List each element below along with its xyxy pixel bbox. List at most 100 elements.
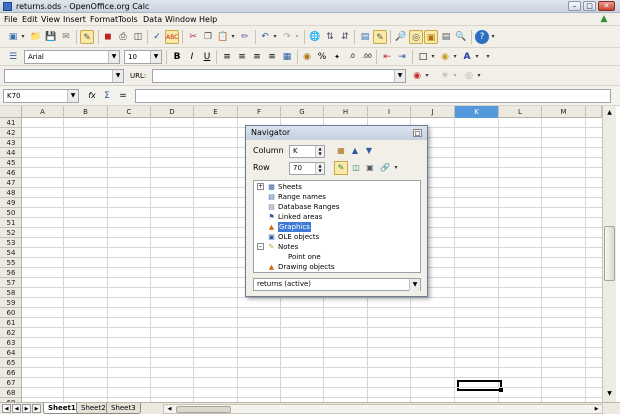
align-center-icon[interactable]: ≡ xyxy=(235,50,249,64)
menu-view[interactable]: View xyxy=(39,13,62,26)
link-text-field[interactable]: ▼ xyxy=(4,69,124,83)
chevron-down-icon[interactable]: ▼ xyxy=(67,90,78,102)
hyperlink-options-icon[interactable]: ▾ xyxy=(476,69,482,83)
spin-arrows-icon[interactable]: ▲ ▼ xyxy=(315,146,324,157)
scroll-up-icon[interactable]: ▲ xyxy=(604,108,615,118)
sheet-tab[interactable]: Sheet3 xyxy=(106,403,141,414)
target-dropdown-icon[interactable]: ▾ xyxy=(424,69,430,83)
decrease-indent-icon[interactable]: ⇤ xyxy=(380,50,394,64)
toggle-icon[interactable]: ◫ xyxy=(350,162,362,174)
row-header[interactable]: 48 xyxy=(0,188,21,198)
spin-arrows-icon[interactable]: ▲ ▼ xyxy=(315,163,324,174)
maximize-button[interactable]: □ xyxy=(583,1,596,11)
sort-ascending-icon[interactable]: ⇅ xyxy=(323,30,337,44)
paste-dropdown-icon[interactable]: ▾ xyxy=(230,30,236,44)
merge-cells-icon[interactable]: ▦ xyxy=(280,50,294,64)
row-header[interactable]: 53 xyxy=(0,238,21,248)
chevron-down-icon[interactable]: ▼ xyxy=(409,279,420,291)
update-tray-icon[interactable]: ▲ xyxy=(598,14,610,25)
gallery-icon[interactable]: ▣ xyxy=(424,30,438,44)
save-icon[interactable]: 💾 xyxy=(44,30,58,44)
row-header[interactable]: 51 xyxy=(0,218,21,228)
italic-button[interactable]: I xyxy=(185,50,199,64)
menu-file[interactable]: File xyxy=(2,13,19,26)
copy-icon[interactable]: ❐ xyxy=(201,30,215,44)
row-header[interactable]: 47 xyxy=(0,178,21,188)
hyperlink-icon[interactable]: 🌐 xyxy=(308,30,322,44)
next-sheet-icon[interactable]: ▶ xyxy=(22,404,31,413)
navigator-title-bar[interactable]: Navigator xyxy=(246,126,427,140)
delete-decimal-icon[interactable]: .00 xyxy=(360,50,374,64)
edit-file-icon[interactable]: ✎ xyxy=(80,30,94,44)
row-header[interactable]: 49 xyxy=(0,198,21,208)
column-header[interactable]: L xyxy=(499,106,542,118)
new-dropdown-icon[interactable]: ▾ xyxy=(20,30,26,44)
scroll-left-icon[interactable]: ◀ xyxy=(165,405,174,413)
column-header[interactable]: B xyxy=(64,106,108,118)
url-field[interactable]: ▼ xyxy=(152,69,406,83)
drag-mode-icon[interactable]: 🔗 xyxy=(379,162,391,174)
font-color-dropdown-icon[interactable]: ▾ xyxy=(474,50,480,64)
menu-window[interactable]: Window xyxy=(163,13,199,26)
background-dropdown-icon[interactable]: ▾ xyxy=(452,50,458,64)
column-header[interactable] xyxy=(586,106,602,118)
column-spinbox[interactable]: K ▲ ▼ xyxy=(289,145,325,158)
autospellcheck-icon[interactable]: ABC xyxy=(165,30,179,44)
row-header[interactable]: 44 xyxy=(0,148,21,158)
previous-sheet-icon[interactable]: ◀ xyxy=(12,404,21,413)
row-header[interactable]: 62 xyxy=(0,328,21,338)
row-header[interactable]: 45 xyxy=(0,158,21,168)
row-header[interactable]: 43 xyxy=(0,138,21,148)
percent-format-icon[interactable]: % xyxy=(315,50,329,64)
sum-icon[interactable]: Σ xyxy=(100,89,114,103)
align-right-icon[interactable]: ≡ xyxy=(250,50,264,64)
justify-icon[interactable]: ≡ xyxy=(265,50,279,64)
column-header[interactable]: A xyxy=(22,106,64,118)
menu-tools[interactable]: Tools xyxy=(116,13,140,26)
chevron-down-icon[interactable]: ▼ xyxy=(112,70,123,82)
undo-dropdown-icon[interactable]: ▾ xyxy=(272,30,278,44)
navigator-icon[interactable]: ◎ xyxy=(409,30,423,44)
vertical-scrollbar[interactable]: ▲ ▼ xyxy=(602,106,616,402)
chevron-down-icon[interactable]: ▼ xyxy=(150,51,161,63)
drag-mode-dropdown-icon[interactable]: ▾ xyxy=(393,161,399,175)
menu-data[interactable]: Data xyxy=(141,13,164,26)
row-header[interactable]: 60 xyxy=(0,308,21,318)
redo-icon[interactable]: ↷ xyxy=(280,30,294,44)
vertical-scroll-thumb[interactable] xyxy=(604,226,615,281)
end-icon[interactable]: ▼ xyxy=(363,145,375,157)
increase-indent-icon[interactable]: ⇥ xyxy=(395,50,409,64)
fill-handle[interactable] xyxy=(499,388,503,392)
column-header[interactable]: H xyxy=(324,106,368,118)
scroll-down-icon[interactable]: ▼ xyxy=(604,389,615,399)
row-header[interactable]: 68 xyxy=(0,388,21,398)
row-header[interactable]: 57 xyxy=(0,278,21,288)
print-icon[interactable]: ⎙ xyxy=(116,30,130,44)
add-decimal-icon[interactable]: .0 xyxy=(345,50,359,64)
help-icon[interactable]: ? xyxy=(475,30,489,44)
function-wizard-icon[interactable]: fx xyxy=(85,89,99,103)
underline-button[interactable]: U xyxy=(200,50,214,64)
last-sheet-icon[interactable]: ▶ xyxy=(32,404,41,413)
bold-button[interactable]: B xyxy=(170,50,184,64)
hyperlink-dropdown-icon[interactable]: ▾ xyxy=(452,69,458,83)
show-draw-functions-icon[interactable]: ✎ xyxy=(373,30,387,44)
paste-icon[interactable]: 📋 xyxy=(216,30,230,44)
clone-formatting-icon[interactable]: ✏ xyxy=(238,30,252,44)
menu-insert[interactable]: Insert xyxy=(61,13,88,26)
email-icon[interactable]: ✉ xyxy=(59,30,73,44)
row-header[interactable]: 63 xyxy=(0,338,21,348)
standard-format-icon[interactable]: ✦ xyxy=(330,50,344,64)
export-pdf-icon[interactable]: ◼ xyxy=(101,30,115,44)
horizontal-scrollbar[interactable]: ◀ ▶ xyxy=(163,404,603,414)
data-sources-icon[interactable]: ▤ xyxy=(439,30,453,44)
row-header[interactable]: 46 xyxy=(0,168,21,178)
borders-icon[interactable]: □ xyxy=(416,50,430,64)
expand-icon[interactable]: + xyxy=(257,183,264,190)
row-header[interactable]: 55 xyxy=(0,258,21,268)
row-header[interactable]: 67 xyxy=(0,378,21,388)
row-header[interactable]: 58 xyxy=(0,288,21,298)
redo-dropdown-icon[interactable]: ▾ xyxy=(294,30,300,44)
menu-edit[interactable]: Edit xyxy=(20,13,40,26)
find-replace-icon[interactable]: 🔎 xyxy=(394,30,408,44)
